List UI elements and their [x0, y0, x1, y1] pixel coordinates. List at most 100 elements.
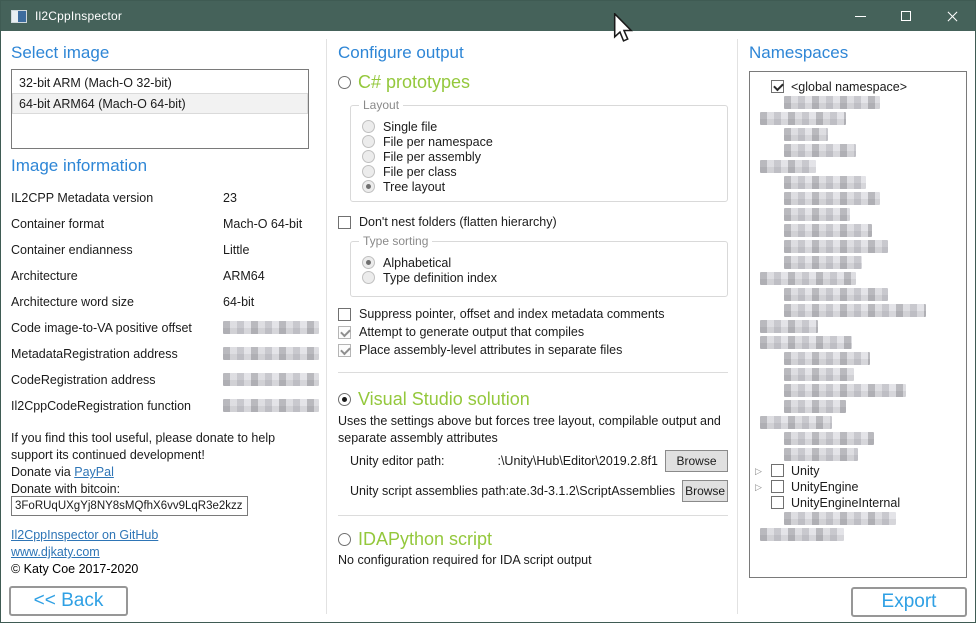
namespace-row[interactable] [750, 303, 966, 319]
namespace-row[interactable] [750, 223, 966, 239]
namespace-row[interactable] [750, 111, 966, 127]
output-option-checkbox-label[interactable]: Suppress pointer, offset and index metad… [359, 307, 665, 321]
namespace-row[interactable] [750, 287, 966, 303]
type-sorting-option[interactable]: Type definition index [362, 270, 727, 285]
close-button[interactable] [929, 1, 975, 31]
namespace-row[interactable] [750, 415, 966, 431]
type-sorting-label[interactable]: Alphabetical [383, 256, 451, 270]
namespaces-tree[interactable]: <global namespace> ▷ Unity ▷ UnityEngine Unit… [749, 71, 967, 578]
namespace-row[interactable] [750, 143, 966, 159]
image-listbox[interactable]: 32-bit ARM (Mach-O 32-bit)64-bit ARM64 (… [11, 69, 309, 149]
namespace-redacted [760, 272, 856, 285]
type-sorting-radio[interactable] [362, 271, 375, 284]
idapython-radio[interactable] [338, 533, 351, 546]
namespace-redacted [784, 352, 870, 365]
layout-radio[interactable] [362, 120, 375, 133]
layout-radio[interactable] [362, 165, 375, 178]
layout-label[interactable]: Single file [383, 120, 437, 134]
namespace-row[interactable] [750, 527, 966, 543]
namespace-row[interactable] [750, 431, 966, 447]
layout-label[interactable]: File per namespace [383, 135, 493, 149]
namespace-checkbox[interactable] [771, 480, 784, 493]
layout-option[interactable]: File per class [362, 164, 727, 179]
flatten-checkbox-label[interactable]: Don't nest folders (flatten hierarchy) [359, 215, 557, 229]
namespace-row[interactable]: <global namespace> [750, 79, 966, 95]
website-link[interactable]: www.djkaty.com [11, 545, 100, 559]
visual-studio-radio[interactable] [338, 393, 351, 406]
namespace-row[interactable] [750, 207, 966, 223]
layout-option[interactable]: File per namespace [362, 134, 727, 149]
flatten-checkbox[interactable] [338, 216, 351, 229]
namespace-row[interactable] [750, 191, 966, 207]
namespace-row[interactable] [750, 319, 966, 335]
type-sorting-radio[interactable] [362, 256, 375, 269]
github-link[interactable]: Il2CppInspector on GitHub [11, 528, 158, 542]
divider-left-mid [326, 39, 327, 614]
type-sorting-option[interactable]: Alphabetical [362, 255, 727, 270]
visual-studio-label[interactable]: Visual Studio solution [358, 389, 530, 410]
flatten-checkbox-row[interactable]: Don't nest folders (flatten hierarchy) [338, 215, 557, 229]
namespace-row[interactable] [750, 95, 966, 111]
maximize-button[interactable] [883, 1, 929, 31]
namespace-row[interactable]: ▷ UnityEngine [750, 479, 966, 495]
namespace-label[interactable]: UnityEngineInternal [791, 496, 900, 510]
namespace-row[interactable] [750, 335, 966, 351]
output-option-checkbox[interactable] [338, 326, 351, 339]
namespace-redacted [760, 112, 846, 125]
donate-block: If you find this tool useful, please don… [11, 430, 313, 498]
paypal-link[interactable]: PayPal [74, 465, 114, 479]
namespace-row[interactable] [750, 383, 966, 399]
namespace-label[interactable]: UnityEngine [791, 480, 858, 494]
expander-icon[interactable]: ▷ [755, 464, 762, 478]
namespace-row[interactable] [750, 351, 966, 367]
namespace-row[interactable] [750, 175, 966, 191]
namespace-label[interactable]: Unity [791, 464, 819, 478]
expander-icon[interactable]: ▷ [755, 480, 762, 494]
layout-option[interactable]: Tree layout [362, 179, 727, 194]
namespace-redacted [784, 432, 874, 445]
layout-option[interactable]: Single file [362, 119, 727, 134]
csharp-prototypes-radio[interactable] [338, 76, 351, 89]
namespace-row[interactable]: ▷ Unity [750, 463, 966, 479]
type-sorting-label[interactable]: Type definition index [383, 271, 497, 285]
namespace-checkbox[interactable] [771, 80, 784, 93]
namespace-row[interactable] [750, 399, 966, 415]
output-option-checkbox-row[interactable]: Attempt to generate output that compiles [338, 325, 584, 339]
layout-label[interactable]: File per assembly [383, 150, 481, 164]
layout-label[interactable]: Tree layout [383, 180, 445, 194]
csharp-prototypes-label[interactable]: C# prototypes [358, 72, 470, 93]
back-button[interactable]: << Back [9, 586, 128, 616]
namespace-row[interactable] [750, 239, 966, 255]
layout-radio[interactable] [362, 150, 375, 163]
maximize-icon [901, 11, 911, 21]
output-option-checkbox-row[interactable]: Place assembly-level attributes in separ… [338, 343, 622, 357]
namespace-row[interactable] [750, 255, 966, 271]
image-list-item[interactable]: 64-bit ARM64 (Mach-O 64-bit) [12, 93, 308, 114]
output-option-checkbox-label[interactable]: Place assembly-level attributes in separ… [359, 343, 622, 357]
bitcoin-address-input[interactable] [11, 496, 248, 516]
layout-label[interactable]: File per class [383, 165, 457, 179]
namespace-checkbox[interactable] [771, 496, 784, 509]
idapython-label[interactable]: IDAPython script [358, 529, 492, 550]
namespace-row[interactable] [750, 271, 966, 287]
layout-option[interactable]: File per assembly [362, 149, 727, 164]
export-button[interactable]: Export [851, 587, 967, 617]
output-option-checkbox[interactable] [338, 308, 351, 321]
output-option-checkbox-row[interactable]: Suppress pointer, offset and index metad… [338, 307, 665, 321]
namespace-row[interactable] [750, 511, 966, 527]
output-option-checkbox[interactable] [338, 344, 351, 357]
layout-radio[interactable] [362, 180, 375, 193]
namespace-row[interactable] [750, 127, 966, 143]
namespace-row[interactable] [750, 447, 966, 463]
namespace-row[interactable]: UnityEngineInternal [750, 495, 966, 511]
unity-script-browse-button[interactable]: Browse [682, 480, 728, 502]
unity-editor-browse-button[interactable]: Browse [665, 450, 728, 472]
namespace-row[interactable] [750, 367, 966, 383]
namespace-row[interactable] [750, 159, 966, 175]
minimize-button[interactable] [837, 1, 883, 31]
namespace-label[interactable]: <global namespace> [791, 80, 907, 94]
namespace-checkbox[interactable] [771, 464, 784, 477]
layout-radio[interactable] [362, 135, 375, 148]
image-list-item[interactable]: 32-bit ARM (Mach-O 32-bit) [12, 72, 308, 93]
output-option-checkbox-label[interactable]: Attempt to generate output that compiles [359, 325, 584, 339]
